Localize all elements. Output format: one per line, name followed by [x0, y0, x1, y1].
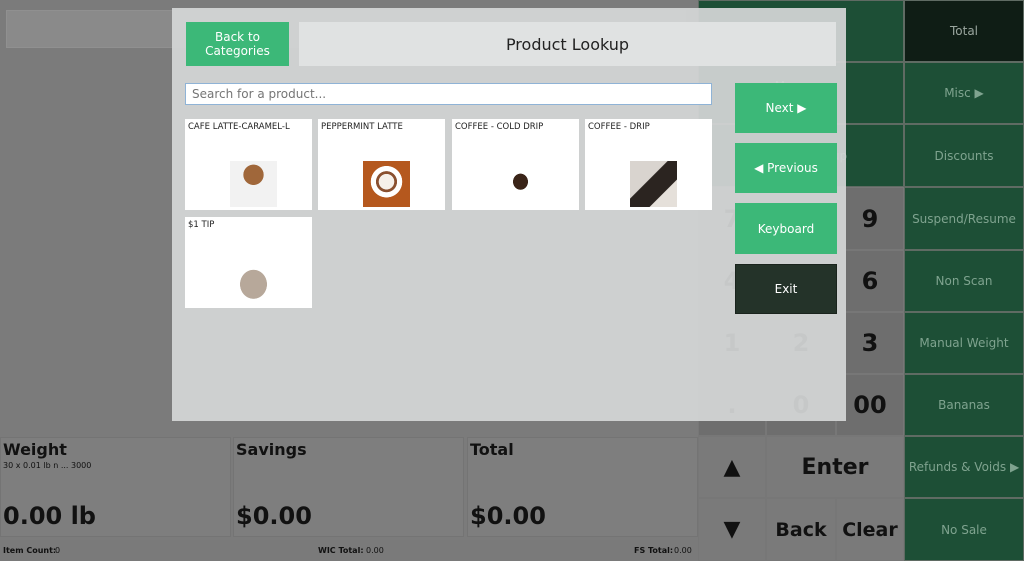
function-button[interactable]: Suspend/Resume — [904, 187, 1024, 250]
numpad-key[interactable]: 00 — [836, 374, 904, 436]
function-button[interactable]: Bananas — [904, 374, 1024, 436]
product-search-input[interactable] — [185, 83, 712, 105]
product-image — [230, 161, 277, 207]
function-button[interactable]: Misc ▶ — [904, 62, 1024, 124]
fs-label: FS Total: — [634, 546, 674, 555]
back-to-categories-button[interactable]: Back to Categories — [186, 22, 289, 66]
savings-value: $0.00 — [236, 502, 312, 530]
numpad-key[interactable]: 3 — [836, 312, 904, 374]
function-button[interactable]: Total — [904, 0, 1024, 62]
product-image — [230, 259, 277, 305]
function-button[interactable]: No Sale — [904, 498, 1024, 561]
total-title: Total — [470, 440, 514, 459]
up-arrow-button[interactable]: ▲ — [698, 436, 766, 498]
numpad-key[interactable]: 9 — [836, 187, 904, 250]
total-value: $0.00 — [470, 502, 546, 530]
status-bar: Item Count: 0 WIC Total: 0.00 FS Total: … — [0, 540, 698, 561]
enter-button[interactable]: Enter — [766, 436, 904, 498]
fs-total: 0.00 — [674, 546, 692, 555]
product-name: CAFE LATTE-CARAMEL-L — [188, 122, 290, 132]
product-name: $1 TIP — [188, 220, 215, 230]
next-button[interactable]: Next ▶ — [735, 83, 837, 133]
total-panel: Total $0.00 — [467, 437, 698, 537]
function-button[interactable]: Non Scan — [904, 250, 1024, 312]
product-tile[interactable]: COFFEE - DRIP — [585, 119, 712, 210]
scale-info: 30 x 0.01 lb n ... 3000 — [3, 461, 92, 470]
product-image — [363, 161, 410, 207]
previous-button[interactable]: ◀ Previous — [735, 143, 837, 193]
product-name: PEPPERMINT LATTE — [321, 122, 403, 132]
keyboard-button[interactable]: Keyboard — [735, 203, 837, 254]
product-tile[interactable]: PEPPERMINT LATTE — [318, 119, 445, 210]
down-arrow-button[interactable]: ▼ — [698, 498, 766, 561]
exit-button[interactable]: Exit — [735, 264, 837, 314]
clear-button[interactable]: Clear — [836, 498, 904, 561]
modal-title: Product Lookup — [299, 22, 836, 66]
wic-total: 0.00 — [366, 546, 384, 555]
item-count: 0 — [55, 546, 61, 555]
product-name: COFFEE - COLD DRIP — [455, 122, 544, 132]
item-count-label: Item Count: — [3, 546, 57, 555]
weight-title: Weight — [3, 440, 67, 459]
product-lookup-modal: Back to Categories Product Lookup CAFE L… — [172, 8, 846, 421]
product-image — [497, 161, 544, 207]
product-tile[interactable]: CAFE LATTE-CARAMEL-L — [185, 119, 312, 210]
back-button[interactable]: Back — [766, 498, 836, 561]
weight-panel: Weight 30 x 0.01 lb n ... 3000 0.00 lb — [0, 437, 231, 537]
function-button[interactable]: Refunds & Voids ▶ — [904, 436, 1024, 498]
savings-panel: Savings $0.00 — [233, 437, 464, 537]
function-button[interactable]: Manual Weight — [904, 312, 1024, 374]
product-image — [630, 161, 677, 207]
function-button[interactable]: Discounts — [904, 124, 1024, 187]
product-name: COFFEE - DRIP — [588, 122, 650, 132]
wic-label: WIC Total: — [318, 546, 364, 555]
product-tile[interactable]: COFFEE - COLD DRIP — [452, 119, 579, 210]
savings-title: Savings — [236, 440, 307, 459]
weight-value: 0.00 lb — [3, 502, 96, 530]
numpad-key[interactable]: 6 — [836, 250, 904, 312]
product-tile[interactable]: $1 TIP — [185, 217, 312, 308]
